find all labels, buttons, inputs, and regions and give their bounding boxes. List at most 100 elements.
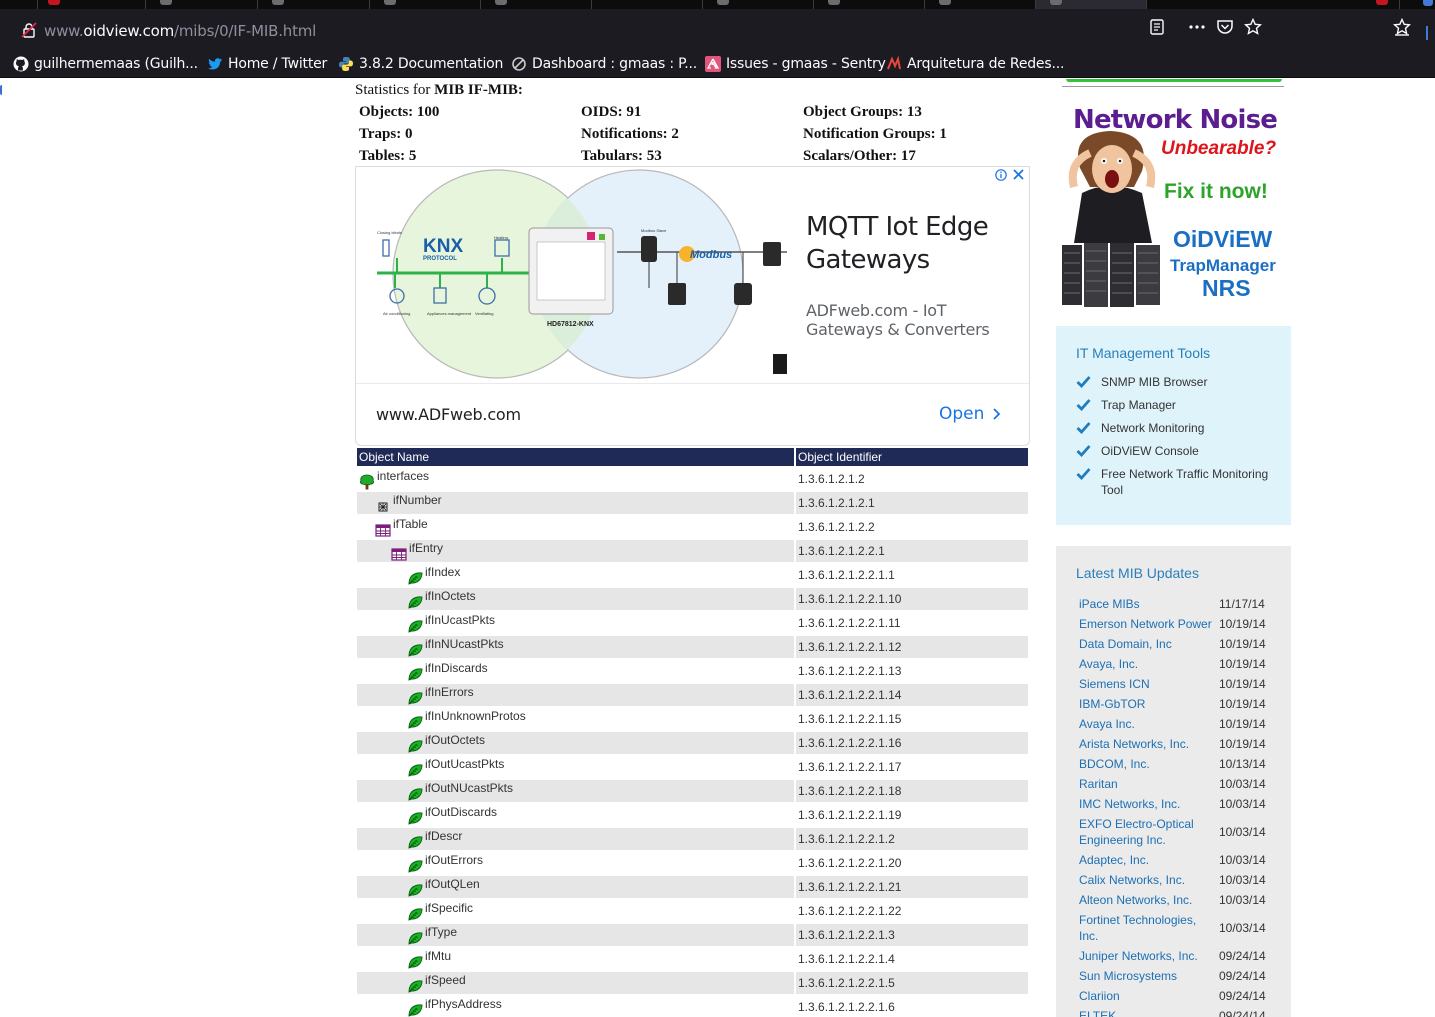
table-row[interactable]: ifInOctets 1.3.6.1.2.1.2.2.1.10 bbox=[357, 588, 1028, 610]
bookmark-dashboard[interactable]: Dashboard : gmaas : P... bbox=[511, 55, 697, 73]
object-name-cell[interactable]: ifPhysAddress bbox=[357, 996, 794, 1017]
tab[interactable] bbox=[481, 0, 592, 9]
object-name-cell[interactable]: ifInUnknownProtos bbox=[357, 708, 794, 730]
update-vendor-link[interactable]: Emerson Network Power bbox=[1079, 616, 1215, 632]
object-name-link[interactable]: ifInNUcastPkts bbox=[425, 637, 504, 651]
table-row[interactable]: ifType 1.3.6.1.2.1.2.2.1.3 bbox=[357, 924, 1028, 946]
table-row[interactable]: ifTable 1.3.6.1.2.1.2.2 bbox=[357, 516, 1028, 538]
tool-item-traffic-monitoring[interactable]: Free Network Traffic Monitoring Tool bbox=[1076, 466, 1286, 498]
update-vendor-link[interactable]: Alteon Networks, Inc. bbox=[1079, 892, 1215, 908]
object-name-cell[interactable]: ifType bbox=[357, 924, 794, 946]
update-vendor-link[interactable]: EXFO Electro-Optical Engineering Inc. bbox=[1079, 816, 1215, 848]
table-row[interactable]: ifOutNUcastPkts 1.3.6.1.2.1.2.2.1.18 bbox=[357, 780, 1028, 802]
reader-view-icon[interactable] bbox=[1148, 18, 1166, 36]
object-name-link[interactable]: ifPhysAddress bbox=[425, 997, 502, 1011]
object-name-cell[interactable]: ifOutOctets bbox=[357, 732, 794, 754]
table-row[interactable]: ifDescr 1.3.6.1.2.1.2.2.1.2 bbox=[357, 828, 1028, 850]
network-noise-banner[interactable]: Network Noise Unbearable? Fix it now! Oi… bbox=[1060, 105, 1286, 313]
table-row[interactable]: ifInUcastPkts 1.3.6.1.2.1.2.2.1.11 bbox=[357, 612, 1028, 634]
tab-active[interactable] bbox=[1036, 0, 1147, 9]
tab[interactable] bbox=[38, 0, 146, 9]
tool-item-snmp-mib-browser[interactable]: SNMP MIB Browser bbox=[1076, 374, 1286, 390]
bookmark-course[interactable]: Arquitetura de Redes... bbox=[886, 55, 1064, 73]
object-name-link[interactable]: ifType bbox=[425, 925, 457, 939]
table-row[interactable]: ifIndex 1.3.6.1.2.1.2.2.1.1 bbox=[357, 564, 1028, 586]
update-vendor-link[interactable]: Siemens ICN bbox=[1079, 676, 1215, 692]
object-name-link[interactable]: ifOutNUcastPkts bbox=[425, 781, 513, 795]
tool-item-network-monitoring[interactable]: Network Monitoring bbox=[1076, 420, 1286, 436]
page-actions-icon[interactable] bbox=[1188, 18, 1206, 36]
ad-info-icon[interactable] bbox=[995, 169, 1007, 181]
tab[interactable] bbox=[592, 0, 703, 9]
table-row[interactable]: ifOutQLen 1.3.6.1.2.1.2.2.1.21 bbox=[357, 876, 1028, 898]
object-name-link[interactable]: ifOutQLen bbox=[425, 877, 480, 891]
object-name-cell[interactable]: ifOutDiscards bbox=[357, 804, 794, 826]
tab[interactable] bbox=[1370, 0, 1400, 9]
bookmark-python-docs[interactable]: 3.8.2 Documentation bbox=[338, 55, 503, 73]
object-name-link[interactable]: ifInErrors bbox=[425, 685, 474, 699]
table-row[interactable]: ifMtu 1.3.6.1.2.1.2.2.1.4 bbox=[357, 948, 1028, 970]
ad-display-url[interactable]: www.ADFweb.com bbox=[376, 405, 521, 424]
tool-item-oidview-console[interactable]: OiDViEW Console bbox=[1076, 443, 1286, 459]
update-vendor-link[interactable]: Data Domain, Inc bbox=[1079, 636, 1215, 652]
update-vendor-link[interactable]: IBM-GbTOR bbox=[1079, 696, 1215, 712]
ad-description[interactable]: ADFweb.com - IoT Gateways & Converters bbox=[806, 301, 1016, 339]
object-name-cell[interactable]: ifDescr bbox=[357, 828, 794, 850]
object-name-link[interactable]: ifTable bbox=[393, 517, 428, 531]
object-name-link[interactable]: ifOutErrors bbox=[425, 853, 483, 867]
table-row[interactable]: ifPhysAddress 1.3.6.1.2.1.2.2.1.6 bbox=[357, 996, 1028, 1017]
object-name-link[interactable]: ifNumber bbox=[393, 493, 442, 507]
object-name-cell[interactable]: ifOutUcastPkts bbox=[357, 756, 794, 778]
update-vendor-link[interactable]: ELTEK bbox=[1079, 1008, 1215, 1017]
table-row[interactable]: ifInUnknownProtos 1.3.6.1.2.1.2.2.1.15 bbox=[357, 708, 1028, 730]
object-name-cell[interactable]: ifNumber bbox=[357, 492, 794, 514]
library-icon[interactable] bbox=[1393, 18, 1411, 36]
table-row[interactable]: ifEntry 1.3.6.1.2.1.2.2.1 bbox=[357, 540, 1028, 562]
update-vendor-link[interactable]: IMC Networks, Inc. bbox=[1079, 796, 1215, 812]
column-header-oid[interactable]: Object Identifier bbox=[796, 448, 1028, 466]
object-name-link[interactable]: ifOutOctets bbox=[425, 733, 485, 747]
update-vendor-link[interactable]: Arista Networks, Inc. bbox=[1079, 736, 1215, 752]
object-name-cell[interactable]: ifOutErrors bbox=[357, 852, 794, 874]
sidebar-banner-edge[interactable] bbox=[1066, 79, 1282, 82]
object-name-link[interactable]: ifSpeed bbox=[425, 973, 466, 987]
update-vendor-link[interactable]: BDCOM, Inc. bbox=[1079, 756, 1215, 772]
tab[interactable] bbox=[925, 0, 1036, 9]
tab[interactable] bbox=[814, 0, 925, 9]
object-name-cell[interactable]: ifInOctets bbox=[357, 588, 794, 610]
tab[interactable] bbox=[0, 0, 38, 9]
table-row[interactable]: ifOutErrors 1.3.6.1.2.1.2.2.1.20 bbox=[357, 852, 1028, 874]
ad-image[interactable]: KNX PROTOCOL Heating Closing blinds Air … bbox=[377, 168, 787, 380]
column-header-object-name[interactable]: Object Name bbox=[357, 448, 794, 466]
tool-item-trap-manager[interactable]: Trap Manager bbox=[1076, 397, 1286, 413]
object-name-link[interactable]: ifSpecific bbox=[425, 901, 473, 915]
table-row[interactable]: ifInDiscards 1.3.6.1.2.1.2.2.1.13 bbox=[357, 660, 1028, 682]
object-name-cell[interactable]: ifOutQLen bbox=[357, 876, 794, 898]
object-name-cell[interactable]: ifTable bbox=[357, 516, 794, 538]
object-name-link[interactable]: interfaces bbox=[377, 469, 429, 483]
object-name-cell[interactable]: ifEntry bbox=[357, 540, 794, 562]
object-name-cell[interactable]: ifIndex bbox=[357, 564, 794, 586]
update-vendor-link[interactable]: Fortinet Technologies, Inc. bbox=[1079, 912, 1215, 944]
table-row[interactable]: ifInNUcastPkts 1.3.6.1.2.1.2.2.1.12 bbox=[357, 636, 1028, 658]
object-name-cell[interactable]: ifSpeed bbox=[357, 972, 794, 994]
bookmark-twitter[interactable]: Home / Twitter bbox=[207, 55, 327, 73]
ad-headline[interactable]: MQTT Iot Edge Gateways bbox=[806, 211, 1016, 277]
update-vendor-link[interactable]: Calix Networks, Inc. bbox=[1079, 872, 1215, 888]
object-name-link[interactable]: ifInDiscards bbox=[425, 661, 488, 675]
tab[interactable] bbox=[370, 0, 481, 9]
update-vendor-link[interactable]: Adaptec, Inc. bbox=[1079, 852, 1215, 868]
update-vendor-link[interactable]: iPace MIBs bbox=[1079, 596, 1215, 612]
table-row[interactable]: ifInErrors 1.3.6.1.2.1.2.2.1.14 bbox=[357, 684, 1028, 706]
tab[interactable] bbox=[703, 0, 814, 9]
pocket-icon[interactable] bbox=[1216, 18, 1234, 36]
table-row[interactable]: ifOutUcastPkts 1.3.6.1.2.1.2.2.1.17 bbox=[357, 756, 1028, 778]
object-name-link[interactable]: ifInUnknownProtos bbox=[425, 709, 526, 723]
bookmark-star-icon[interactable] bbox=[1244, 18, 1262, 36]
table-row[interactable]: ifNumber 1.3.6.1.2.1.2.1 bbox=[357, 492, 1028, 514]
table-row[interactable]: ifSpecific 1.3.6.1.2.1.2.2.1.22 bbox=[357, 900, 1028, 922]
object-name-link[interactable]: ifOutDiscards bbox=[425, 805, 497, 819]
object-name-cell[interactable]: interfaces bbox=[357, 468, 794, 490]
object-name-cell[interactable]: ifInErrors bbox=[357, 684, 794, 706]
object-name-link[interactable]: ifMtu bbox=[425, 949, 451, 963]
